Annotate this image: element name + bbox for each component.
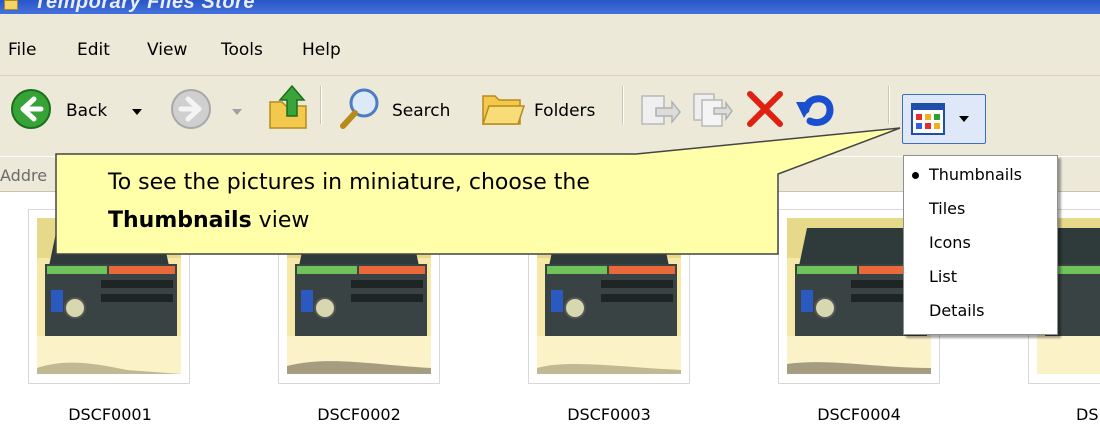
views-dropdown-icon: [959, 116, 969, 122]
folder-icon: [4, 0, 18, 10]
callout-text: To see the pictures in miniature, choose…: [108, 164, 768, 240]
callout-line1: To see the pictures in miniature, choose…: [108, 170, 590, 195]
menu-bar: File Edit View Tools Help: [0, 14, 1100, 76]
copy-to-icon[interactable]: [690, 88, 734, 130]
undo-icon[interactable]: [794, 88, 838, 130]
view-option-label: List: [929, 267, 957, 286]
file-name[interactable]: DSCF0004: [759, 405, 959, 424]
view-option-icons[interactable]: Icons: [904, 226, 1057, 259]
toolbar-separator: [320, 86, 322, 124]
file-name[interactable]: DS: [1000, 405, 1100, 424]
back-icon[interactable]: [10, 88, 52, 130]
folders-icon[interactable]: [480, 90, 526, 128]
delete-icon[interactable]: [744, 88, 786, 130]
title-bar: Temporary Files Store: [0, 0, 1100, 14]
toolbar: Back Search Folders: [0, 76, 1100, 156]
view-option-label: Thumbnails: [929, 165, 1022, 184]
file-name[interactable]: DSCF0003: [509, 405, 709, 424]
view-option-label: Details: [929, 301, 985, 320]
views-button[interactable]: [902, 94, 986, 144]
view-option-list[interactable]: List: [904, 260, 1057, 293]
views-icon: [911, 103, 945, 135]
callout-tooltip: To see the pictures in miniature, choose…: [55, 127, 901, 255]
menu-edit[interactable]: Edit: [77, 40, 110, 60]
forward-icon[interactable]: [170, 88, 212, 130]
menu-file[interactable]: File: [8, 40, 36, 60]
file-name[interactable]: DSCF0001: [10, 405, 210, 424]
search-label[interactable]: Search: [392, 101, 450, 121]
address-label: Addre: [0, 166, 48, 185]
toolbar-separator: [622, 86, 624, 124]
up-folder-icon[interactable]: [266, 82, 310, 132]
view-option-thumbnails[interactable]: Thumbnails: [904, 158, 1057, 191]
move-to-icon[interactable]: [638, 88, 682, 130]
view-option-label: Icons: [929, 233, 971, 252]
views-dropdown-menu: Thumbnails Tiles Icons List Details: [903, 155, 1058, 335]
search-icon[interactable]: [338, 86, 382, 130]
callout-bold-word: Thumbnails: [108, 208, 252, 233]
view-option-tiles[interactable]: Tiles: [904, 192, 1057, 225]
window-title: Temporary Files Store: [34, 0, 255, 13]
forward-dropdown-icon[interactable]: [232, 109, 242, 115]
menu-view[interactable]: View: [147, 40, 187, 60]
menu-help[interactable]: Help: [302, 40, 341, 60]
view-option-details[interactable]: Details: [904, 294, 1057, 327]
menu-tools[interactable]: Tools: [221, 40, 263, 60]
back-dropdown-icon[interactable]: [132, 109, 142, 115]
selected-bullet-icon: [912, 172, 919, 179]
toolbar-separator: [888, 86, 890, 124]
folders-label[interactable]: Folders: [534, 101, 595, 121]
back-label[interactable]: Back: [66, 101, 107, 121]
callout-tail: view: [251, 208, 310, 233]
view-option-label: Tiles: [929, 199, 966, 218]
file-name[interactable]: DSCF0002: [259, 405, 459, 424]
